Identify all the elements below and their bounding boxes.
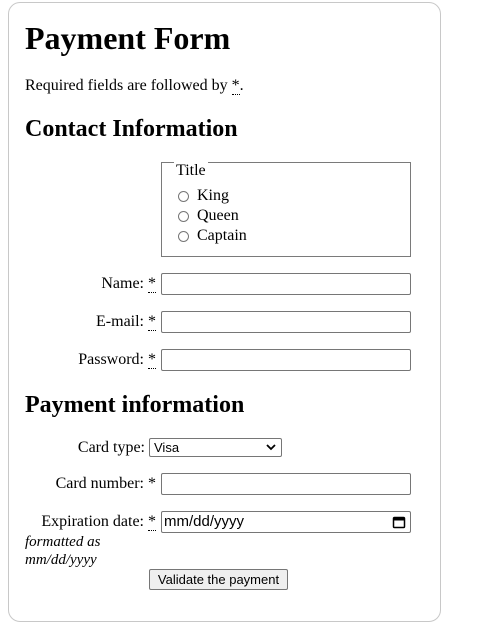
card-type-select[interactable]: Visa xyxy=(149,438,282,457)
email-field[interactable] xyxy=(161,311,411,333)
expiration-date-field[interactable]: mm/dd/yyyy xyxy=(161,511,411,533)
title-option-captain[interactable]: Captain xyxy=(178,227,247,245)
password-label-text: Password: xyxy=(78,351,144,368)
chevron-down-icon xyxy=(266,444,276,451)
card-type-value: Visa xyxy=(154,440,180,455)
password-required-marker: * xyxy=(148,351,156,369)
radio-queen[interactable] xyxy=(178,210,189,222)
title-option-queen[interactable]: Queen xyxy=(178,207,239,225)
radio-label-queen: Queen xyxy=(197,207,239,224)
required-marker: * xyxy=(231,77,240,95)
name-field[interactable] xyxy=(161,273,411,295)
payment-heading: Payment information xyxy=(25,392,245,418)
calendar-icon[interactable] xyxy=(392,515,406,529)
contact-heading: Contact Information xyxy=(25,116,238,142)
email-label-text: E-mail: xyxy=(96,313,144,330)
required-note-text: Required fields are followed by xyxy=(25,77,232,94)
title-option-king[interactable]: King xyxy=(178,187,229,205)
radio-label-king: King xyxy=(197,187,229,204)
email-required-marker: * xyxy=(148,313,156,331)
expiration-placeholder: mm/dd/yyyy xyxy=(164,513,245,530)
expiration-label: Expiration date: * xyxy=(41,512,156,532)
email-label: E-mail: * xyxy=(96,312,156,332)
required-note: Required fields are followed by *. xyxy=(25,76,244,96)
name-label: Name: * xyxy=(101,274,156,294)
name-required-marker: * xyxy=(148,275,156,293)
card-number-label-text: Card number: xyxy=(55,475,144,492)
radio-label-captain: Captain xyxy=(197,227,247,244)
radio-king[interactable] xyxy=(178,190,189,202)
validate-payment-button[interactable]: Validate the payment xyxy=(149,569,288,590)
card-number-label: Card number: * xyxy=(56,474,156,494)
radio-captain[interactable] xyxy=(178,230,189,242)
card-number-field[interactable] xyxy=(161,473,411,495)
card-number-required-marker: * xyxy=(148,475,156,492)
expiration-hint: formatted as mm/dd/yyyy xyxy=(25,534,101,568)
required-note-suffix: . xyxy=(239,77,244,94)
page-title: Payment Form xyxy=(25,20,231,56)
card-type-label: Card type: xyxy=(77,439,145,456)
password-field[interactable] xyxy=(161,349,411,371)
expiration-label-text: Expiration date: xyxy=(41,513,144,530)
name-label-text: Name: xyxy=(101,275,144,292)
title-legend: Title xyxy=(174,162,208,180)
expiration-required-marker: * xyxy=(148,513,156,531)
password-label: Password: * xyxy=(78,350,156,370)
